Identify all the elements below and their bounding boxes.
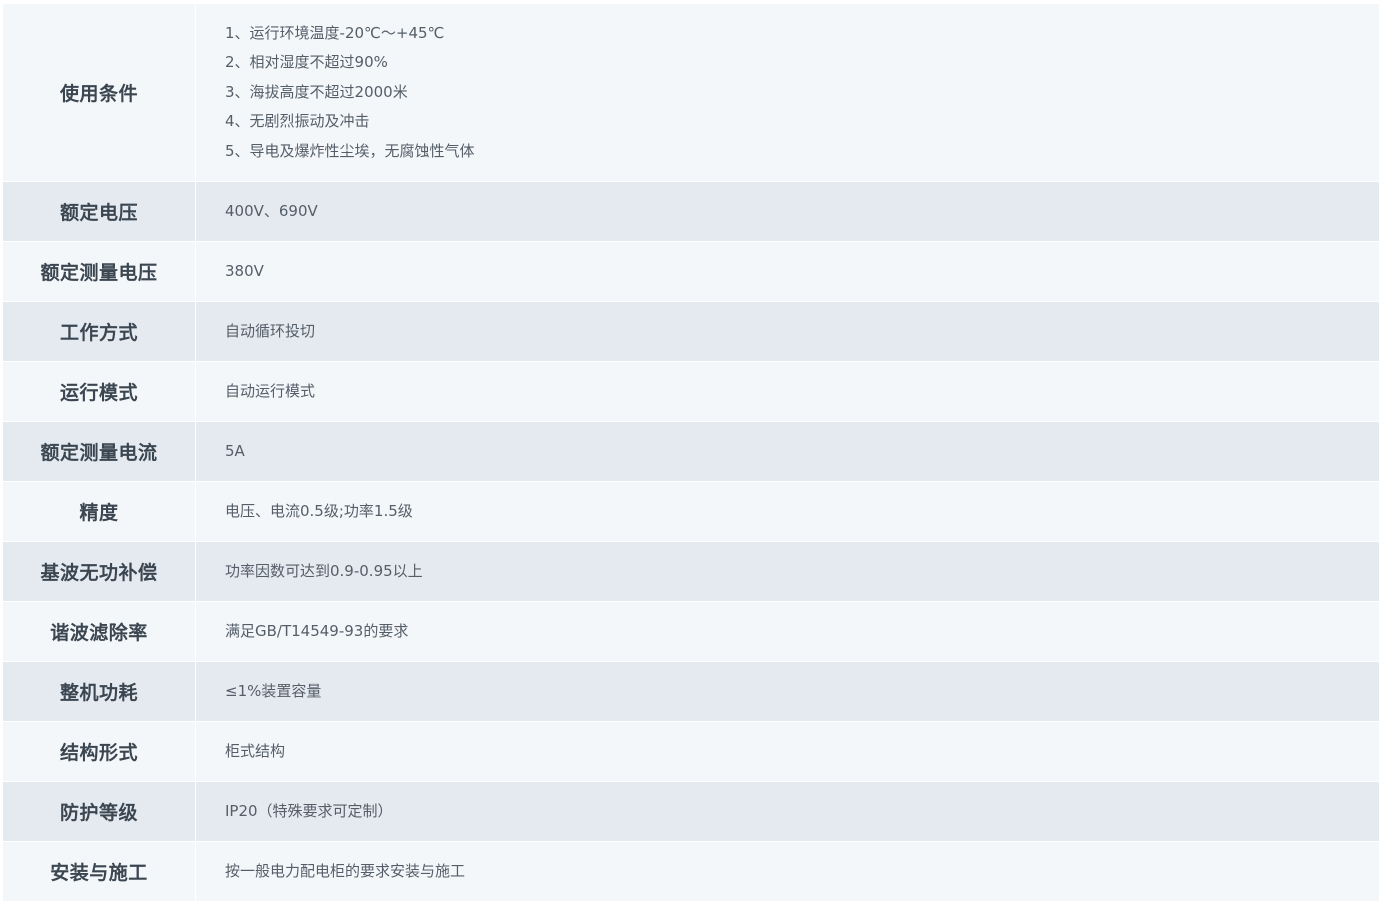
row-value: 1、运行环境温度-20℃～+45℃ 2、相对湿度不超过90% 3、海拔高度不超过…	[196, 4, 1379, 181]
row-value: 380V	[196, 242, 1379, 301]
table-row: 结构形式 柜式结构	[3, 722, 1379, 782]
row-label: 使用条件	[3, 4, 196, 181]
value-line: 5、导电及爆炸性尘埃，无腐蚀性气体	[225, 141, 475, 160]
row-value: 满足GB/T14549-93的要求	[196, 602, 1379, 661]
table-row: 额定测量电压 380V	[3, 242, 1379, 302]
value-line: 柜式结构	[225, 741, 286, 760]
row-value: 功率因数可达到0.9-0.95以上	[196, 542, 1379, 601]
row-value: 400V、690V	[196, 182, 1379, 241]
row-label: 防护等级	[3, 782, 196, 841]
table-row: 精度 电压、电流0.5级;功率1.5级	[3, 482, 1379, 542]
row-label: 运行模式	[3, 362, 196, 421]
spec-table: 使用条件 1、运行环境温度-20℃～+45℃ 2、相对湿度不超过90% 3、海拔…	[3, 4, 1379, 902]
row-value: 电压、电流0.5级;功率1.5级	[196, 482, 1379, 541]
value-line: 1、运行环境温度-20℃～+45℃	[225, 23, 445, 42]
value-line: 功率因数可达到0.9-0.95以上	[225, 561, 423, 580]
row-value: 按一般电力配电柜的要求安装与施工	[196, 842, 1379, 901]
row-value: 自动循环投切	[196, 302, 1379, 361]
row-label: 基波无功补偿	[3, 542, 196, 601]
value-line: 按一般电力配电柜的要求安装与施工	[225, 861, 466, 880]
row-value: ≤1%装置容量	[196, 662, 1379, 721]
row-label: 整机功耗	[3, 662, 196, 721]
value-line: 5A	[225, 441, 245, 460]
value-line: 400V、690V	[225, 201, 318, 220]
row-label: 精度	[3, 482, 196, 541]
table-row: 额定电压 400V、690V	[3, 182, 1379, 242]
row-label: 额定电压	[3, 182, 196, 241]
row-label: 结构形式	[3, 722, 196, 781]
value-line: IP20（特殊要求可定制）	[225, 801, 393, 820]
value-line: 自动运行模式	[225, 381, 316, 400]
table-row: 运行模式 自动运行模式	[3, 362, 1379, 422]
row-value: IP20（特殊要求可定制）	[196, 782, 1379, 841]
table-row: 使用条件 1、运行环境温度-20℃～+45℃ 2、相对湿度不超过90% 3、海拔…	[3, 4, 1379, 182]
row-label: 额定测量电压	[3, 242, 196, 301]
value-line: 380V	[225, 261, 264, 280]
row-label: 工作方式	[3, 302, 196, 361]
row-value: 自动运行模式	[196, 362, 1379, 421]
row-label: 谐波滤除率	[3, 602, 196, 661]
value-line: 2、相对湿度不超过90%	[225, 53, 388, 72]
value-line: 电压、电流0.5级;功率1.5级	[225, 501, 413, 520]
row-label: 额定测量电流	[3, 422, 196, 481]
row-value: 5A	[196, 422, 1379, 481]
row-value: 柜式结构	[196, 722, 1379, 781]
value-line: 3、海拔高度不超过2000米	[225, 82, 408, 101]
table-row: 工作方式 自动循环投切	[3, 302, 1379, 362]
table-row: 谐波滤除率 满足GB/T14549-93的要求	[3, 602, 1379, 662]
value-line: 满足GB/T14549-93的要求	[225, 621, 409, 640]
table-row: 整机功耗 ≤1%装置容量	[3, 662, 1379, 722]
table-row: 防护等级 IP20（特殊要求可定制）	[3, 782, 1379, 842]
row-label: 安装与施工	[3, 842, 196, 901]
table-row: 基波无功补偿 功率因数可达到0.9-0.95以上	[3, 542, 1379, 602]
value-line: ≤1%装置容量	[225, 681, 322, 700]
value-line: 4、无剧烈振动及冲击	[225, 112, 370, 131]
table-row: 安装与施工 按一般电力配电柜的要求安装与施工	[3, 842, 1379, 902]
value-line: 自动循环投切	[225, 321, 316, 340]
table-row: 额定测量电流 5A	[3, 422, 1379, 482]
